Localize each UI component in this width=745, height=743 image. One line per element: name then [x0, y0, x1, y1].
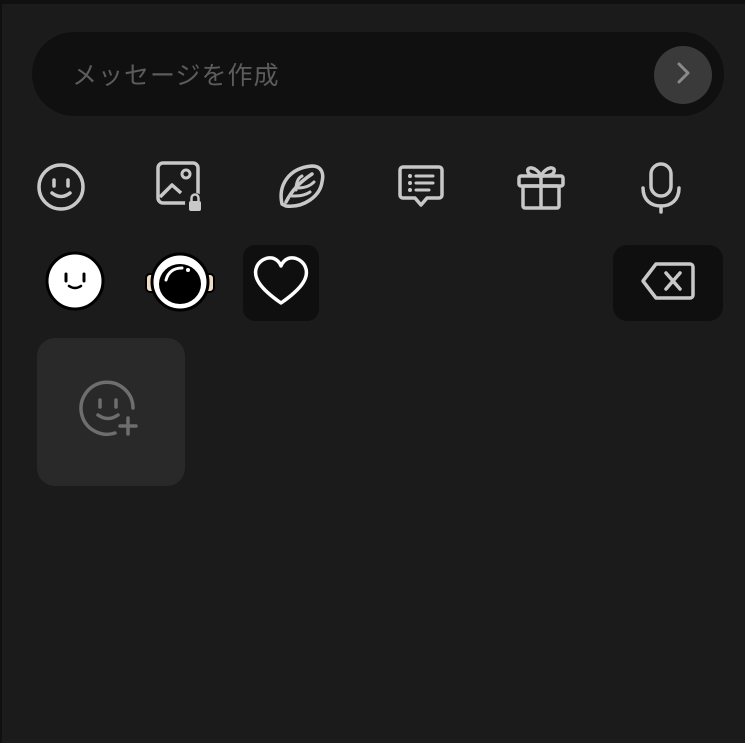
heart-icon	[252, 255, 310, 311]
message-composer	[32, 32, 724, 118]
image-button[interactable]	[153, 159, 209, 219]
image-locked-icon	[153, 159, 209, 219]
sticker-astronaut[interactable]	[142, 245, 218, 321]
sticker-shop-button[interactable]	[274, 162, 328, 216]
send-button[interactable]	[654, 46, 712, 104]
microphone-icon	[636, 160, 686, 218]
leaf-icon	[274, 160, 328, 218]
astronaut-helmet-icon	[144, 250, 216, 316]
face-plus-icon	[79, 378, 143, 446]
voice-button[interactable]	[634, 162, 688, 216]
emoji-face-icon	[35, 161, 87, 217]
template-message-button[interactable]	[394, 162, 448, 216]
gift-icon	[514, 160, 568, 218]
emoji-button[interactable]	[34, 162, 88, 216]
white-face-sticker-icon	[44, 250, 106, 316]
message-list-icon	[395, 161, 447, 217]
sticker-white-face[interactable]	[37, 245, 113, 321]
gift-button[interactable]	[514, 162, 568, 216]
chevron-right-icon	[672, 60, 694, 90]
backspace-button[interactable]	[613, 245, 723, 321]
sticker-heart[interactable]	[243, 245, 319, 321]
message-input[interactable]	[70, 32, 644, 118]
add-custom-sticker-button[interactable]	[37, 338, 185, 486]
emoji-panel	[0, 0, 745, 743]
backspace-icon	[640, 260, 696, 306]
